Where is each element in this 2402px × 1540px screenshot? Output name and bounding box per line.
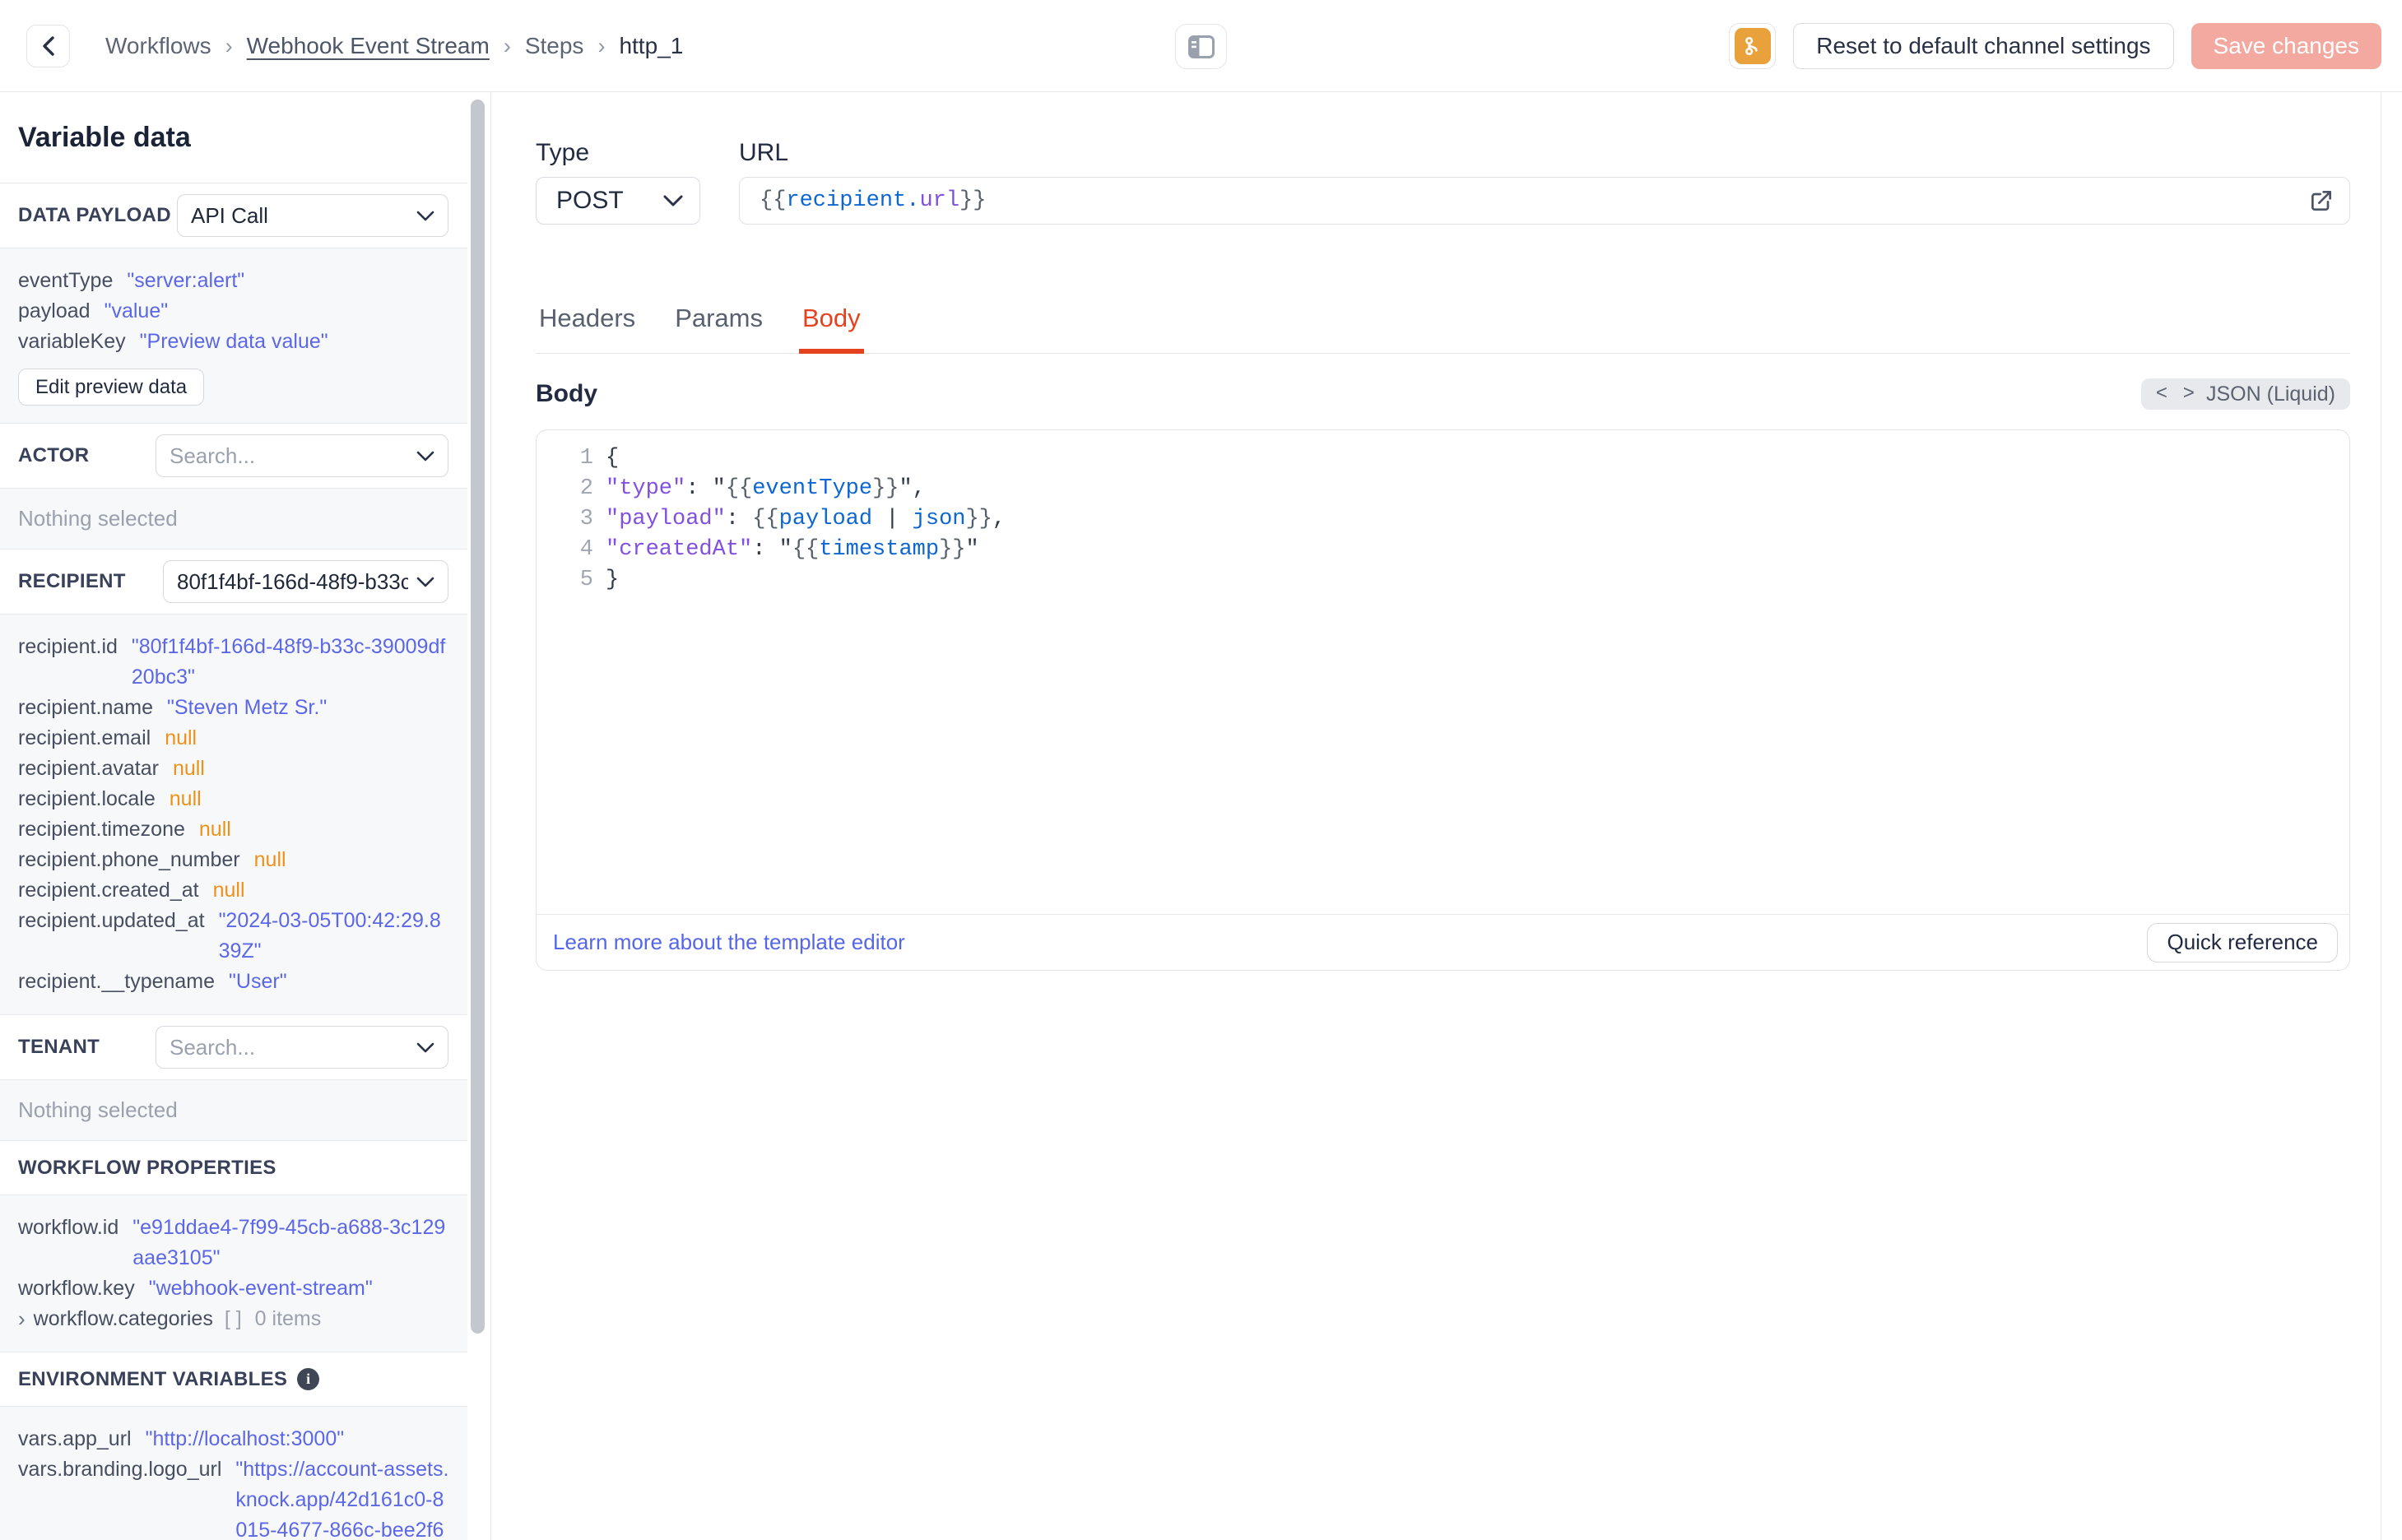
data-row: payload "value" — [18, 299, 169, 322]
branch-icon — [1734, 28, 1771, 64]
breadcrumb-workflows[interactable]: Workflows — [105, 33, 211, 59]
external-link-icon — [2308, 188, 2335, 214]
body-template-editor: 1{ 2 "type": "{{eventType}}", 3 "payload":… — [536, 429, 2350, 971]
quick-reference-button[interactable]: Quick reference — [2147, 922, 2338, 962]
actor-empty: Nothing selected — [0, 489, 467, 550]
url-input[interactable]: {{recipient.url}} — [739, 177, 2350, 225]
recipient-row: RECIPIENT 80f1f4bf-166d-48f9-b33c-39009d… — [0, 550, 467, 615]
data-row: workflow.id "e91ddae4-7f99-45cb-a688-3c12… — [18, 1216, 446, 1269]
tenant-empty: Nothing selected — [0, 1080, 467, 1141]
chevron-down-icon — [416, 451, 434, 462]
chevron-left-icon — [39, 35, 58, 57]
data-row: recipient.avatar null — [18, 757, 205, 780]
request-tabs: Headers Params Body — [536, 304, 2350, 354]
chevron-down-icon — [416, 1042, 434, 1053]
url-label: URL — [739, 139, 789, 166]
code-line: 4 "createdAt": "{{timestamp}}" — [579, 537, 979, 562]
data-row: recipient.created_at null — [18, 879, 245, 902]
header-actions: Reset to default channel settings Save c… — [1729, 23, 2381, 69]
tenant-row: TENANT Search... — [0, 1015, 467, 1080]
save-changes-button[interactable]: Save changes — [2191, 23, 2381, 69]
language-badge: < > JSON (Liquid) — [2140, 378, 2350, 410]
data-row: recipient.email null — [18, 726, 197, 749]
data-payload-select[interactable]: API Call — [177, 194, 448, 237]
back-button[interactable] — [26, 25, 70, 67]
url-value: {{recipient.url}} — [760, 188, 987, 213]
items-count: 0 items — [254, 1307, 322, 1330]
data-row: recipient.updated_at "2024-03-05T00:42:29… — [18, 909, 441, 962]
data-row: vars.app_url "http://localhost:3000" — [18, 1427, 345, 1450]
data-row: recipient.phone_number null — [18, 848, 286, 871]
step-editor-main: Type POST URL {{recipient.url}} Headers … — [492, 93, 2380, 1540]
actor-select[interactable]: Search... — [156, 434, 448, 477]
tab-headers[interactable]: Headers — [536, 304, 639, 353]
variable-data-sidebar: Variable data DATA PAYLOAD API Call even… — [0, 93, 491, 1540]
expand-editor-button[interactable] — [2303, 183, 2339, 219]
reset-channel-settings-button[interactable]: Reset to default channel settings — [1793, 23, 2174, 69]
data-row: recipient.name "Steven Metz Sr." — [18, 696, 328, 719]
data-row: recipient.id "80f1f4bf-166d-48f9-b33c-390… — [18, 635, 446, 689]
recipient-select[interactable]: 80f1f4bf-166d-48f9-b33c-39009df20bc3 — [163, 560, 448, 603]
breadcrumb-separator-icon: › — [597, 33, 606, 58]
chevron-down-icon — [663, 195, 683, 206]
workflow-properties-heading: WORKFLOW PROPERTIES — [0, 1141, 467, 1195]
sidebar-toggle-button[interactable] — [1175, 24, 1227, 69]
data-row: eventType "server:alert" — [18, 269, 245, 292]
breadcrumb: Workflows › Webhook Event Stream › Steps… — [105, 0, 683, 92]
learn-more-link[interactable]: Learn more about the template editor — [553, 930, 905, 955]
top-header: Workflows › Webhook Event Stream › Steps… — [0, 0, 2402, 92]
recipient-values: recipient.id "80f1f4bf-166d-48f9-b33c-390… — [0, 615, 467, 1015]
data-row: recipient.__typename "User" — [18, 970, 287, 993]
tab-params[interactable]: Params — [671, 304, 766, 353]
data-payload-values: eventType "server:alert" payload "value"… — [0, 248, 467, 424]
actor-row: ACTOR Search... — [0, 424, 467, 489]
breadcrumb-separator-icon: › — [503, 33, 511, 58]
method-select[interactable]: POST — [536, 177, 700, 225]
breadcrumb-steps[interactable]: Steps — [525, 33, 584, 59]
code-line: 1{ — [579, 446, 620, 471]
commit-button[interactable] — [1729, 23, 1777, 69]
main-scrollbar-track[interactable] — [2381, 93, 2402, 1540]
code-line: 2 "type": "{{eventType}}", — [579, 476, 926, 501]
data-payload-label: DATA PAYLOAD — [18, 204, 171, 226]
chevron-down-icon — [416, 211, 434, 221]
code-icon: < > — [2155, 383, 2196, 406]
tenant-label: TENANT — [18, 1036, 100, 1058]
tab-body[interactable]: Body — [799, 304, 864, 354]
environment-values: vars.app_url "http://localhost:3000" vars… — [0, 1407, 467, 1540]
tenant-select[interactable]: Search... — [156, 1026, 448, 1069]
chevron-right-icon: › — [18, 1306, 26, 1331]
breadcrumb-separator-icon: › — [225, 33, 233, 58]
workflow-categories-row[interactable]: › workflow.categories [ ] 0 items — [18, 1304, 449, 1334]
data-row: recipient.timezone null — [18, 818, 231, 841]
data-payload-row: DATA PAYLOAD API Call — [0, 183, 467, 248]
recipient-label: RECIPIENT — [18, 570, 126, 592]
body-section-label: Body — [536, 380, 597, 407]
editor-footer: Learn more about the template editor Qui… — [537, 914, 2349, 970]
sidebar-title: Variable data — [0, 93, 467, 183]
data-row: vars.branding.logo_url "https://account-a… — [18, 1458, 449, 1540]
data-row: variableKey "Preview data value" — [18, 330, 328, 353]
sidebar-scrollbar[interactable] — [471, 100, 485, 1334]
data-row: recipient.locale null — [18, 787, 202, 810]
panel-left-icon — [1187, 35, 1215, 58]
code-editor[interactable]: 1{ 2 "type": "{{eventType}}", 3 "payload":… — [537, 430, 2349, 914]
actor-label: ACTOR — [18, 444, 90, 466]
edit-preview-data-button[interactable]: Edit preview data — [18, 369, 205, 406]
code-line: 3 "payload": {{payload | json}}, — [579, 507, 1006, 531]
data-row: workflow.key "webhook-event-stream" — [18, 1277, 373, 1300]
type-label: Type — [536, 139, 590, 166]
breadcrumb-step-name: http_1 — [619, 33, 684, 58]
empty-array-badge: [ ] — [224, 1307, 242, 1330]
environment-variables-heading: ENVIRONMENT VARIABLES i — [0, 1352, 467, 1407]
workflow-values: workflow.id "e91ddae4-7f99-45cb-a688-3c12… — [0, 1195, 467, 1352]
info-icon[interactable]: i — [297, 1368, 320, 1390]
code-line: 5} — [579, 568, 620, 592]
chevron-down-icon — [416, 577, 434, 587]
breadcrumb-workflow-name[interactable]: Webhook Event Stream — [247, 33, 490, 59]
